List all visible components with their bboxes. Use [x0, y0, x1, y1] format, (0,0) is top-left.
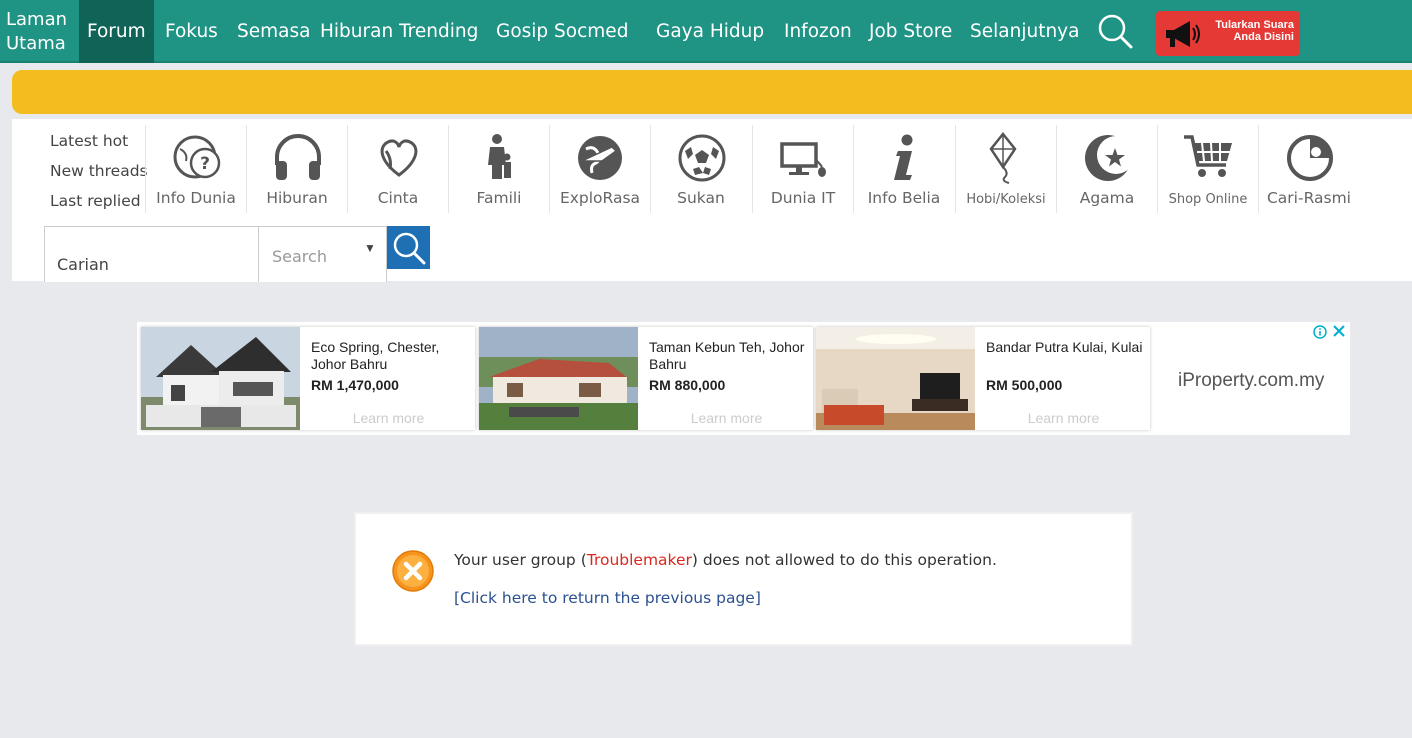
category-label: Shop Online	[1168, 192, 1248, 207]
ad-title: Eco Spring, Chester, Johor Bahru	[311, 339, 440, 372]
svg-text:?: ?	[200, 154, 210, 174]
ad-title: Bandar Putra Kulai, Kulai	[986, 339, 1143, 355]
promo-banner-button[interactable]: Tularkan Suara Anda Disini	[1156, 11, 1300, 56]
link-last-replied[interactable]: Last replied	[50, 189, 150, 219]
nav-forum[interactable]: Forum	[79, 0, 154, 63]
learn-more-link[interactable]: Learn more	[311, 410, 466, 426]
ad-price: RM 1,470,000	[311, 377, 399, 393]
promo-line-2: Anda Disini	[1233, 31, 1294, 43]
category-famili[interactable]: Famili	[448, 125, 549, 213]
announcement-bar	[12, 70, 1412, 114]
category-label: Hiburan	[266, 189, 328, 207]
nav-selanjutnya[interactable]: Selanjutnya	[970, 0, 1079, 63]
category-info-belia[interactable]: Info Belia	[853, 125, 954, 213]
search-icon	[393, 232, 426, 265]
category-hiburan[interactable]: Hiburan	[246, 125, 347, 213]
globe-plane-icon	[578, 136, 622, 180]
shopping-cart-icon	[1184, 135, 1232, 177]
close-icon[interactable]	[1332, 324, 1346, 338]
category-label: Famili	[476, 189, 522, 207]
megaphone-icon	[1166, 21, 1200, 47]
search-icon[interactable]	[1096, 12, 1134, 50]
search-input[interactable]	[44, 226, 259, 282]
category-dunia-it[interactable]: Dunia IT	[752, 125, 853, 213]
category-cari-rasmi[interactable]: Cari-Rasmi	[1258, 125, 1359, 213]
soccer-ball-icon	[678, 134, 726, 182]
ad-info-icon[interactable]	[1313, 325, 1327, 339]
nav-gosip-socmed[interactable]: Gosip Socmed	[496, 0, 628, 63]
nav-job-store[interactable]: Job Store	[869, 0, 952, 63]
nav-gaya-hidup[interactable]: Gaya Hidup	[656, 0, 764, 63]
monitor-icon	[780, 142, 826, 177]
category-panel: Latest hot New threads Last replied ? In…	[12, 119, 1412, 282]
promo-line-1: Tularkan Suara	[1215, 19, 1294, 31]
nav-fokus[interactable]: Fokus	[165, 0, 218, 63]
link-new-threads[interactable]: New threads	[50, 159, 150, 189]
category-label: Agama	[1079, 189, 1135, 207]
category-hobi-koleksi[interactable]: Hobi/Koleksi	[955, 125, 1056, 213]
category-info-dunia[interactable]: ? Info Dunia	[145, 125, 246, 213]
nav-semasa[interactable]: Semasa	[237, 0, 310, 63]
ad-price: RM 880,000	[649, 377, 726, 393]
message-prefix: Your user group (	[454, 551, 587, 569]
ad-title: Taman Kebun Teh, Johor Bahru	[649, 339, 805, 372]
category-label: Sukan	[677, 189, 725, 207]
category-label: Hobi/Koleksi	[966, 192, 1046, 207]
crescent-star-icon	[1085, 135, 1135, 181]
user-group-name: Troublemaker	[586, 551, 692, 569]
category-label: Cinta	[377, 189, 419, 207]
nav-hiburan-trending[interactable]: Hiburan Trending	[320, 0, 478, 63]
error-message-box: Your user group (Troublemaker) does not …	[354, 512, 1133, 646]
house-photo	[141, 327, 300, 430]
family-icon	[488, 134, 511, 179]
quick-links: Latest hot New threads Last replied	[50, 129, 150, 219]
house-photo	[479, 327, 638, 430]
learn-more-link[interactable]: Learn more	[986, 410, 1141, 426]
kite-icon	[989, 131, 1017, 184]
cari-logo-icon	[1287, 135, 1333, 181]
search-type-select[interactable]: Search ▼	[258, 226, 387, 282]
category-sukan[interactable]: Sukan	[650, 125, 751, 213]
search-submit-button[interactable]	[387, 226, 430, 269]
promo-text: Tularkan Suara Anda Disini	[1202, 19, 1294, 43]
nav-laman-utama[interactable]: Laman Utama	[0, 0, 79, 63]
category-cinta[interactable]: Cinta	[347, 125, 448, 213]
ad-card[interactable]: Bandar Putra Kulai, Kulai RM 500,000 Lea…	[816, 327, 1150, 430]
property-ad: Eco Spring, Chester, Johor Bahru RM 1,47…	[137, 322, 1350, 435]
category-label: Info Belia	[867, 189, 941, 207]
ad-card[interactable]: Eco Spring, Chester, Johor Bahru RM 1,47…	[141, 327, 475, 430]
message-suffix: ) does not allowed to do this operation.	[691, 551, 997, 569]
category-agama[interactable]: Agama	[1056, 125, 1157, 213]
error-icon	[392, 550, 434, 592]
return-previous-page-link[interactable]: [Click here to return the previous page]	[454, 589, 761, 607]
ad-brand[interactable]: iProperty.com.my	[1178, 370, 1324, 392]
headphones-icon	[275, 134, 321, 180]
link-latest-hot[interactable]: Latest hot	[50, 129, 150, 159]
info-icon	[894, 134, 913, 180]
error-message: Your user group (Troublemaker) does not …	[454, 551, 997, 569]
nav-infozon[interactable]: Infozon	[784, 0, 852, 63]
chevron-down-icon: ▼	[364, 241, 376, 255]
top-navigation: Laman Utama Forum Fokus Semasa Hiburan T…	[0, 0, 1412, 63]
category-label: Dunia IT	[770, 189, 836, 207]
category-label: ExploRasa	[559, 189, 641, 207]
heart-icon	[380, 139, 418, 177]
ad-price: RM 500,000	[986, 377, 1063, 393]
learn-more-link[interactable]: Learn more	[649, 410, 804, 426]
globe-question-icon: ?	[173, 135, 221, 179]
living-room-photo	[816, 327, 975, 430]
ad-card[interactable]: Taman Kebun Teh, Johor Bahru RM 880,000 …	[479, 327, 813, 430]
category-shop-online[interactable]: Shop Online	[1157, 125, 1258, 213]
category-label: Cari-Rasmi	[1266, 189, 1351, 207]
search-select-label: Search	[272, 247, 327, 266]
category-label: Info Dunia	[156, 189, 236, 207]
category-explorasa[interactable]: ExploRasa	[549, 125, 650, 213]
